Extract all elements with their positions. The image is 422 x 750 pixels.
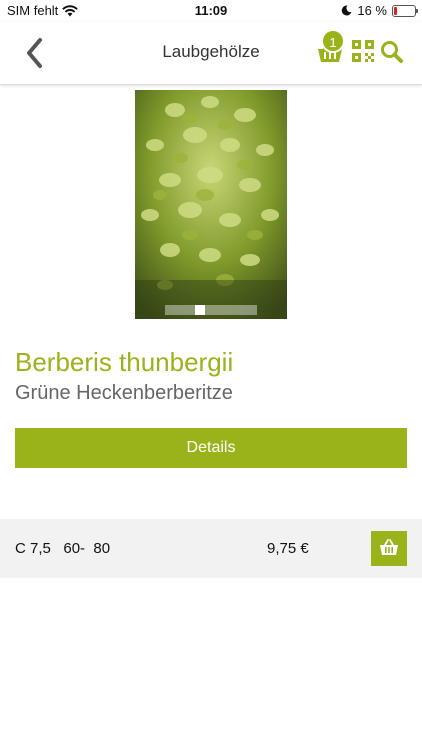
product-photo-image — [135, 90, 287, 319]
search-button[interactable] — [380, 40, 404, 64]
qr-code-icon — [352, 40, 374, 62]
battery-level — [394, 6, 398, 15]
qr-scan-button[interactable] — [352, 40, 374, 62]
variant-price: 9,75 € — [267, 540, 309, 557]
details-button[interactable]: Details — [15, 428, 407, 468]
status-bar: SIM fehlt 11:09 16 % — [0, 0, 422, 22]
product-botanical-name: Berberis thunbergii — [15, 347, 234, 377]
variant-size: C 7,5 60- 80 — [15, 540, 111, 557]
image-pager[interactable] — [165, 305, 257, 315]
add-to-basket-button[interactable] — [371, 531, 407, 566]
basket-icon — [380, 539, 398, 555]
status-right: 16 % — [341, 3, 418, 18]
search-icon — [381, 41, 403, 63]
basket-count-badge: 1 — [321, 29, 345, 53]
product-photo[interactable] — [135, 90, 287, 319]
battery-icon — [392, 4, 418, 17]
moon-icon — [342, 5, 352, 16]
product-common-name: Grüne Heckenberberitze — [15, 382, 233, 404]
battery-percent: 16 % — [357, 3, 387, 18]
pager-active-indicator — [195, 305, 205, 315]
variant-row: C 7,5 60- 80 9,75 € — [0, 519, 422, 578]
